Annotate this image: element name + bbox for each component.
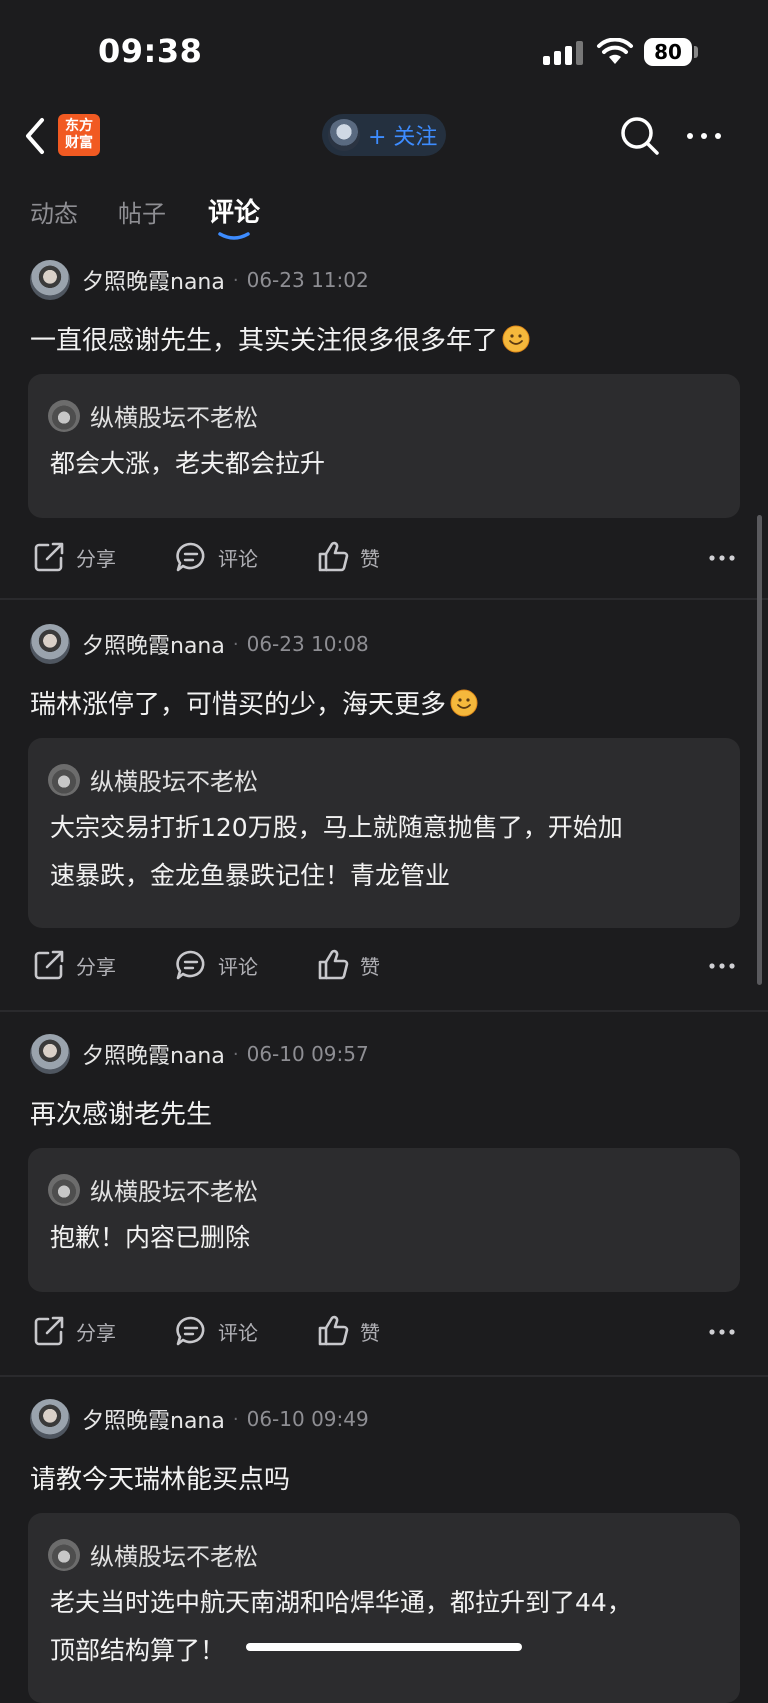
- comment-header: 夕照晚霞nana · 06-23 10:08: [30, 622, 369, 666]
- nav-bar: 东方 财富 + 关注: [0, 100, 768, 172]
- share-button[interactable]: 分享: [32, 948, 116, 982]
- like-button[interactable]: 赞: [316, 1314, 380, 1348]
- comment-button[interactable]: 评论: [174, 1314, 258, 1348]
- timestamp: 06-10 09:49: [246, 1407, 369, 1431]
- reply-text: 抱歉！内容已删除: [50, 1223, 251, 1252]
- reply-avatar[interactable]: [48, 1173, 80, 1206]
- comment-icon: [176, 542, 205, 572]
- more-options-icon[interactable]: [684, 124, 724, 148]
- timestamp: 06-23 10:08: [246, 632, 369, 656]
- reply-box[interactable]: 纵横股坛不老松 老夫当时选中航天南湖和哈焊华通，都拉升到了44， 顶部结构算了！: [28, 1513, 740, 1703]
- reply-avatar[interactable]: [48, 763, 80, 796]
- comment-header: 夕照晚霞nana · 06-23 11:02: [30, 258, 369, 302]
- share-icon: [34, 1316, 64, 1346]
- profile-avatar: [328, 119, 360, 151]
- status-bar: 09:38 80: [0, 0, 768, 100]
- battery-icon: 80: [644, 38, 692, 66]
- user-avatar[interactable]: [30, 1399, 70, 1439]
- comment-icon: [176, 1316, 205, 1346]
- reply-header: 纵横股坛不老松: [48, 398, 258, 433]
- separator-dot: ·: [232, 269, 239, 291]
- comment-card: 夕照晚霞nana · 06-10 09:57 再次感谢老先生 纵横股坛不老松 抱…: [0, 1012, 768, 1375]
- comment-text: 再次感谢老先生: [30, 1100, 213, 1130]
- comment-card: 夕照晚霞nana · 06-10 09:49 请教今天瑞林能买点吗 纵横股坛不老…: [0, 1377, 768, 1703]
- tab-comments[interactable]: 评论: [208, 192, 260, 229]
- thumbs-up-icon: [318, 949, 349, 980]
- username[interactable]: 夕照晚霞nana: [82, 264, 225, 296]
- reply-header: 纵横股坛不老松: [48, 762, 258, 797]
- like-button[interactable]: 赞: [316, 948, 380, 982]
- comment-feed: 夕照晚霞nana · 06-23 11:02 一直很感谢先生，其实关注很多很多年…: [0, 242, 768, 1703]
- comment-button[interactable]: 评论: [174, 948, 258, 982]
- reply-text: 都会大涨，老夫都会拉升: [50, 449, 326, 478]
- tab-dynamics[interactable]: 动态: [30, 194, 78, 229]
- reply-avatar[interactable]: [48, 1538, 80, 1571]
- follow-button[interactable]: + 关注: [322, 114, 446, 156]
- more-icon[interactable]: [708, 962, 736, 970]
- reply-username[interactable]: 纵横股坛不老松: [90, 398, 258, 433]
- comment-card: 夕照晚霞nana · 06-23 10:08 瑞林涨停了，可惜买的少，海天更多 …: [0, 600, 768, 1010]
- reply-box[interactable]: 纵横股坛不老松 大宗交易打折120万股，马上就随意抛售了，开始加 速暴跌，金龙鱼…: [28, 738, 740, 928]
- cellular-signal-icon: [543, 41, 585, 65]
- user-avatar[interactable]: [30, 1034, 70, 1074]
- more-icon[interactable]: [708, 1328, 736, 1336]
- comment-text: 一直很感谢先生，其实关注很多很多年了: [30, 320, 530, 357]
- eastmoney-logo: 东方 财富: [58, 114, 100, 156]
- separator-dot: ·: [232, 1408, 239, 1430]
- status-time: 09:38: [98, 32, 203, 70]
- back-arrow-icon[interactable]: [20, 116, 50, 156]
- home-indicator[interactable]: [246, 1643, 522, 1651]
- separator-dot: ·: [232, 633, 239, 655]
- reply-header: 纵横股坛不老松: [48, 1172, 258, 1207]
- comment-header: 夕照晚霞nana · 06-10 09:49: [30, 1397, 369, 1441]
- user-avatar[interactable]: [30, 260, 70, 300]
- comment-button[interactable]: 评论: [174, 540, 258, 574]
- comment-icon: [176, 950, 205, 980]
- separator-dot: ·: [232, 1043, 239, 1065]
- smile-emoji-icon: [502, 325, 530, 352]
- username[interactable]: 夕照晚霞nana: [82, 1403, 225, 1435]
- comment-text: 请教今天瑞林能买点吗: [30, 1465, 291, 1495]
- comment-actions: 分享 评论 赞: [0, 936, 768, 996]
- username[interactable]: 夕照晚霞nana: [82, 628, 225, 660]
- share-icon: [34, 950, 64, 980]
- scrollbar[interactable]: [757, 515, 762, 985]
- follow-label: + 关注: [368, 125, 438, 150]
- share-button[interactable]: 分享: [32, 540, 116, 574]
- comment-text: 瑞林涨停了，可惜买的少，海天更多: [30, 684, 478, 721]
- comment-card: 夕照晚霞nana · 06-23 11:02 一直很感谢先生，其实关注很多很多年…: [0, 242, 768, 598]
- reply-username[interactable]: 纵横股坛不老松: [90, 1172, 258, 1207]
- active-tab-indicator: [218, 232, 250, 240]
- thumbs-up-icon: [318, 541, 349, 572]
- share-button[interactable]: 分享: [32, 1314, 116, 1348]
- tab-bar: 动态 帖子 评论: [0, 172, 768, 242]
- share-icon: [34, 542, 64, 572]
- reply-box[interactable]: 纵横股坛不老松 都会大涨，老夫都会拉升: [28, 374, 740, 518]
- reply-text: 老夫当时选中航天南湖和哈焊华通，都拉升到了44， 顶部结构算了！: [50, 1588, 632, 1665]
- reply-username[interactable]: 纵横股坛不老松: [90, 762, 258, 797]
- wifi-icon: [597, 38, 633, 64]
- reply-box[interactable]: 纵横股坛不老松 抱歉！内容已删除: [28, 1148, 740, 1292]
- comment-header: 夕照晚霞nana · 06-10 09:57: [30, 1032, 369, 1076]
- comment-actions: 分享 评论 赞: [0, 1302, 768, 1362]
- timestamp: 06-23 11:02: [246, 268, 369, 292]
- reply-text: 大宗交易打折120万股，马上就随意抛售了，开始加 速暴跌，金龙鱼暴跌记住！青龙管…: [50, 813, 623, 890]
- timestamp: 06-10 09:57: [246, 1042, 369, 1066]
- comment-actions: 分享 评论 赞: [0, 528, 768, 588]
- reply-avatar[interactable]: [48, 399, 80, 432]
- thumbs-up-icon: [318, 1315, 349, 1346]
- reply-header: 纵横股坛不老松: [48, 1537, 258, 1572]
- smile-emoji-icon: [450, 689, 478, 716]
- username[interactable]: 夕照晚霞nana: [82, 1038, 225, 1070]
- more-icon[interactable]: [708, 554, 736, 562]
- search-icon[interactable]: [618, 114, 662, 158]
- battery-tip: [694, 46, 698, 58]
- like-button[interactable]: 赞: [316, 540, 380, 574]
- user-avatar[interactable]: [30, 624, 70, 664]
- tab-posts[interactable]: 帖子: [118, 194, 166, 229]
- reply-username[interactable]: 纵横股坛不老松: [90, 1537, 258, 1572]
